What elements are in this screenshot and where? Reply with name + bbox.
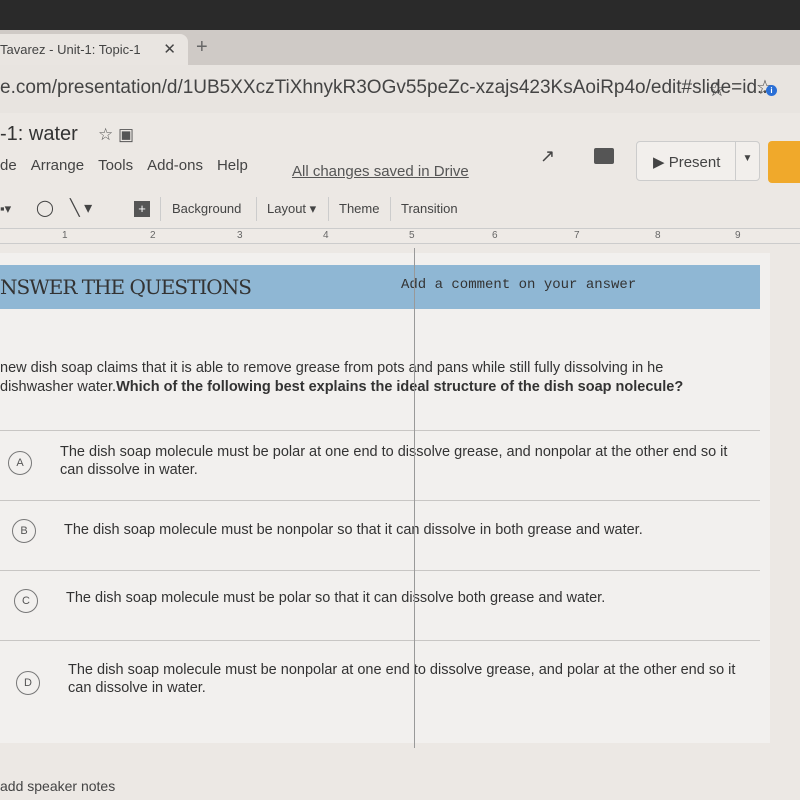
slide-heading: NSWER THE QUESTIONS [0,275,252,299]
save-status-link[interactable]: All changes saved in Drive [292,163,469,180]
toolbar: ▪▾ ◯ ╲ ▾ + Background Layout ▾ Theme Tra… [0,193,800,225]
present-play-icon: ▶ [653,154,669,171]
option-text: The dish soap molecule must be polar at … [60,444,728,478]
comments-icon[interactable] [594,148,614,164]
menu-slide[interactable]: de [0,157,17,174]
browser-tab-bar: Tavarez - Unit-1: Topic-1 ✕ + [0,0,800,65]
ruler-label: 2 [150,230,156,241]
ruler-label: 9 [735,230,741,241]
option-text: The dish soap molecule must be polar so … [66,590,606,606]
doc-title[interactable]: -1: water [0,123,78,146]
question-text[interactable]: new dish soap claims that it is able to … [0,359,735,397]
option-letter: B [12,519,36,543]
extension-badge: i [766,85,777,96]
present-label: Present [668,154,721,171]
theme-button[interactable]: Theme [339,201,379,216]
menu-bar: de Arrange Tools Add-ons Help [0,157,248,174]
star-icon[interactable]: ☆ [98,125,113,144]
select-tool-icon[interactable]: ▪▾ [0,201,11,217]
comment-hint: Add a comment on your answer [401,277,637,293]
ruler-label: 6 [492,230,498,241]
ruler-label: 5 [409,230,415,241]
share-button[interactable] [768,141,800,183]
option-text: The dish soap molecule must be nonpolar … [64,522,643,538]
ruler: 1 2 3 4 5 6 7 8 9 [0,228,800,244]
close-tab-icon[interactable]: ✕ [163,40,176,58]
line-icon[interactable]: ╲ ▾ [70,198,92,218]
option-letter: C [14,589,38,613]
tab-title: Tavarez - Unit-1: Topic-1 [0,42,141,57]
option-d[interactable]: D The dish soap molecule must be nonpolar… [0,640,760,725]
browser-tab[interactable]: Tavarez - Unit-1: Topic-1 ✕ [0,34,188,65]
menu-help[interactable]: Help [217,157,248,174]
option-c[interactable]: C The dish soap molecule must be polar so… [0,570,760,640]
ruler-label: 3 [237,230,243,241]
option-a[interactable]: A The dish soap molecule must be polar at… [0,430,760,500]
url-text[interactable]: e.com/presentation/d/1UB5XXczTiXhnykR3OG… [0,77,778,98]
ruler-label: 8 [655,230,661,241]
move-folder-icon[interactable]: ▣ [118,125,134,144]
extension-icon[interactable]: ☆ i [756,75,777,100]
menu-arrange[interactable]: Arrange [31,157,84,174]
present-button[interactable]: ▶ Present ▼ [636,141,760,181]
new-tab-icon[interactable]: + [196,36,208,59]
add-comment-icon[interactable]: + [134,201,150,217]
ruler-label: 7 [574,230,580,241]
guide-line [414,248,415,748]
slide-canvas[interactable]: NSWER THE QUESTIONS Add a comment on you… [0,253,770,743]
background-button[interactable]: Background [172,201,241,216]
menu-addons[interactable]: Add-ons [147,157,203,174]
menu-tools[interactable]: Tools [98,157,133,174]
option-letter: A [8,451,32,475]
activity-trend-icon[interactable]: ↗ [540,146,555,167]
bookmark-star-icon[interactable]: ☆ [708,77,726,102]
layout-button[interactable]: Layout ▾ [267,201,316,217]
ruler-label: 1 [62,230,68,241]
address-bar[interactable]: e.com/presentation/d/1UB5XXczTiXhnykR3OG… [0,65,800,113]
question-bold: Which of the following best explains the… [116,379,684,395]
slides-app: -1: water ☆ ▣ de Arrange Tools Add-ons H… [0,113,800,800]
option-b[interactable]: B The dish soap molecule must be nonpolar… [0,500,760,570]
present-dropdown-icon[interactable]: ▼ [735,142,759,180]
option-text: The dish soap molecule must be nonpolar … [68,662,736,696]
slide-banner: NSWER THE QUESTIONS Add a comment on you… [0,265,760,309]
speaker-notes[interactable]: add speaker notes [0,778,115,794]
transition-button[interactable]: Transition [401,201,458,216]
option-letter: D [16,671,40,695]
shape-icon[interactable]: ◯ [36,198,54,218]
ruler-label: 4 [323,230,329,241]
